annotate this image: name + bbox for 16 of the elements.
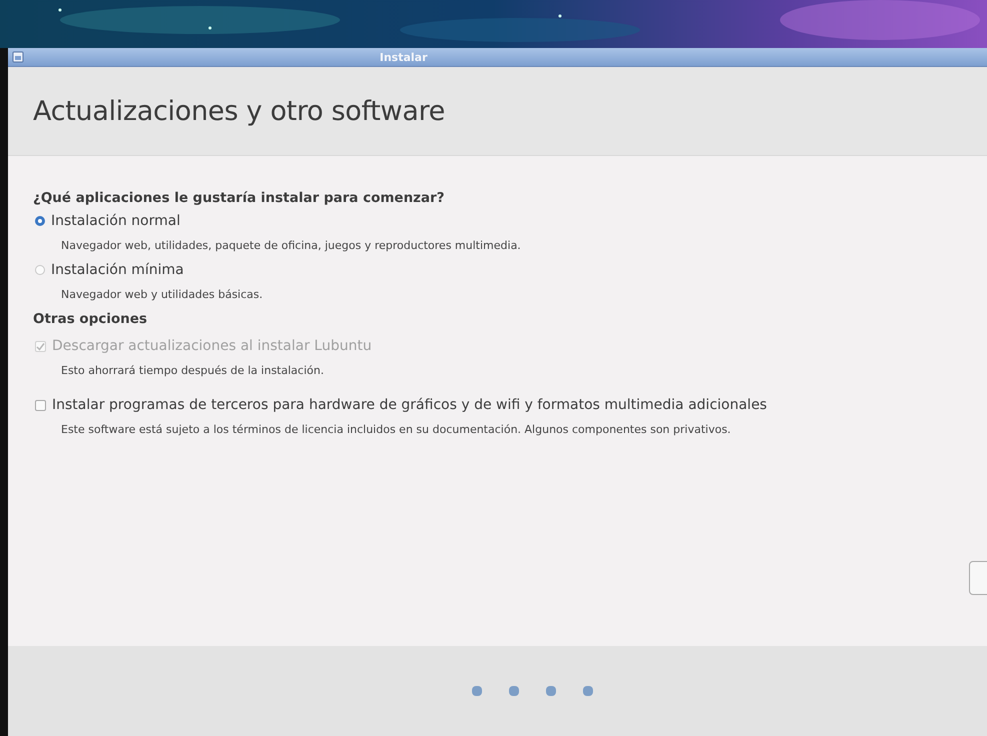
option-label[interactable]: Instalar programas de terceros para hardware de gráficos y de wifi y formatos multimedia adicionales bbox=[52, 397, 767, 413]
option-label[interactable]: Instalación mínima bbox=[51, 262, 184, 278]
checkbox[interactable] bbox=[35, 400, 46, 410]
section-title: ¿Qué aplicaciones le gustaría instalar para comenzar? bbox=[33, 190, 446, 206]
radio-button[interactable] bbox=[35, 265, 45, 275]
option-label[interactable]: Instalación normal bbox=[51, 213, 180, 229]
page-heading: Actualizaciones y otro software bbox=[33, 96, 445, 126]
radio-button[interactable] bbox=[35, 216, 45, 226]
window-title: Instalar bbox=[380, 50, 428, 64]
option-description: Este software está sujeto a los términos de licencia incluidos en su documentación. Algunos componentes son privativos. bbox=[61, 423, 732, 436]
option-description: Navegador web y utilidades básicas. bbox=[61, 288, 264, 301]
progress-dots-icon bbox=[470, 685, 594, 697]
option-description: Esto ahorrará tiempo después de la instalación. bbox=[61, 364, 325, 377]
window-icon[interactable] bbox=[12, 51, 24, 63]
option-description: Navegador web, utilidades, paquete de oficina, juegos y reproductores multimedia. bbox=[61, 239, 522, 252]
section-title: Otras opciones bbox=[33, 311, 148, 327]
